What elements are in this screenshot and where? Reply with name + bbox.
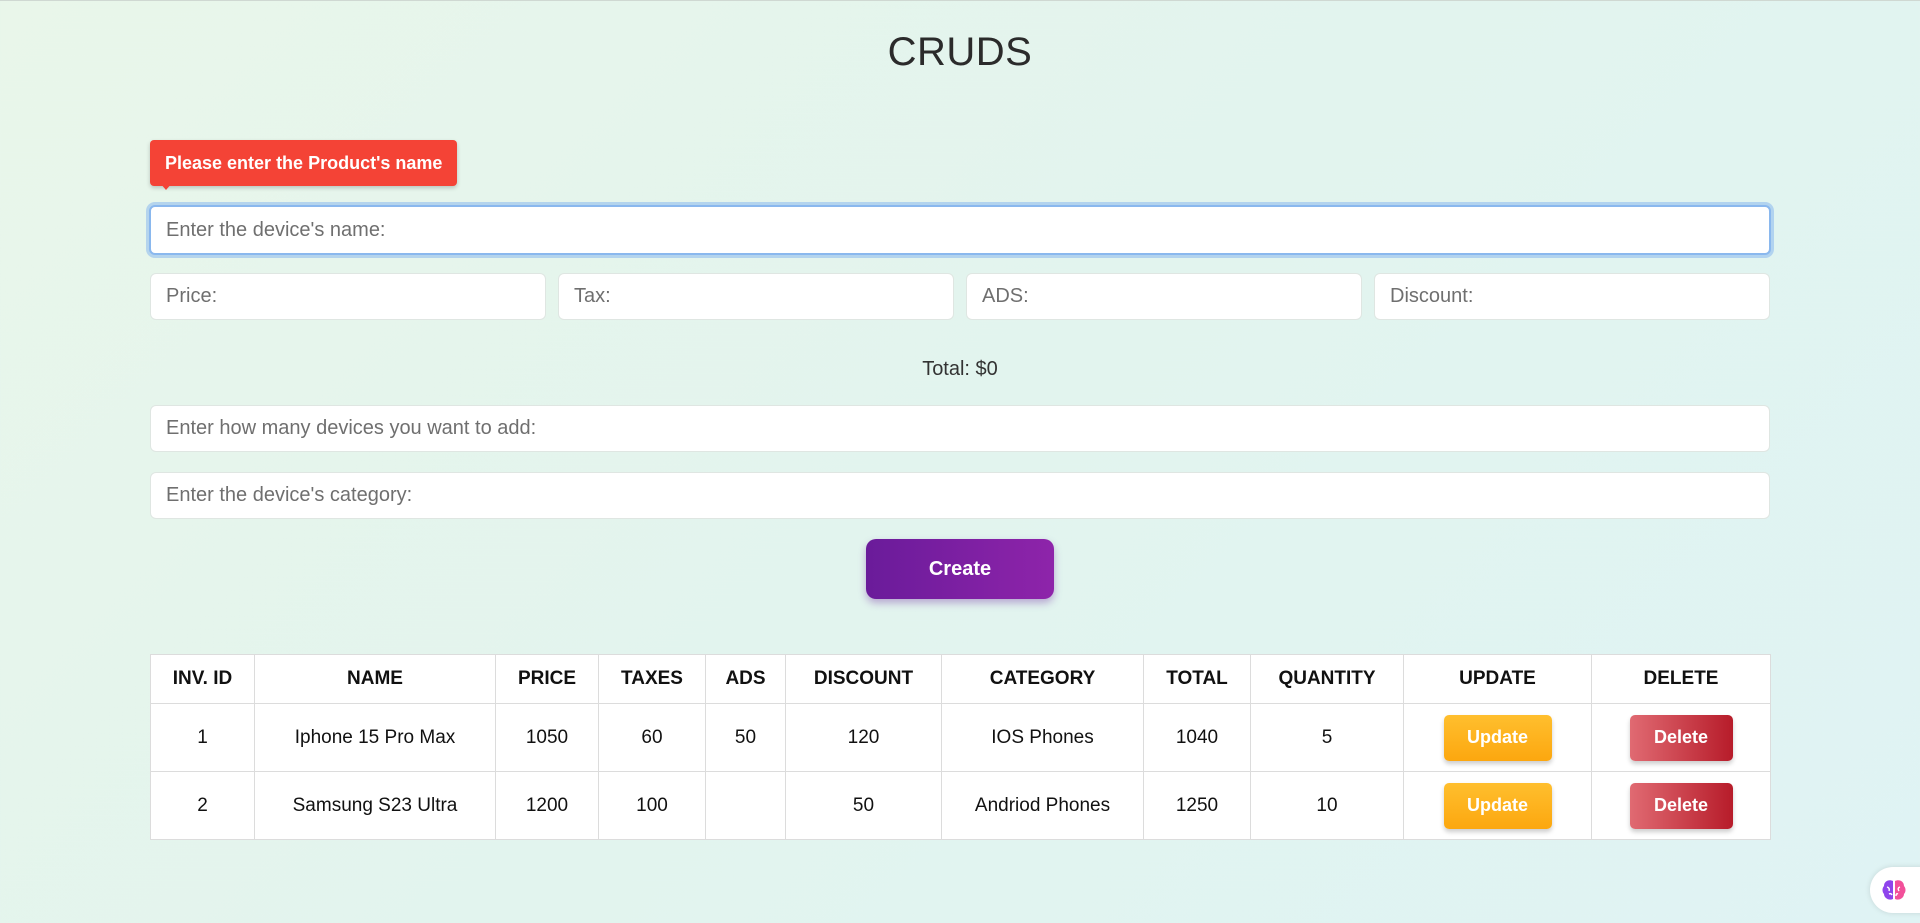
cell-price: 1200 <box>495 771 599 840</box>
validation-tooltip: Please enter the Product's name <box>150 140 458 186</box>
delete-button[interactable]: Delete <box>1629 782 1733 829</box>
header-name: NAME <box>254 654 496 704</box>
device-category-input[interactable] <box>150 472 1770 519</box>
tax-input[interactable] <box>558 273 954 320</box>
cell-update: Update <box>1403 771 1592 840</box>
cell-delete: Delete <box>1591 703 1771 772</box>
cell-category: IOS Phones <box>941 703 1144 772</box>
cell-inv-id: 2 <box>150 771 255 840</box>
header-discount: DISCOUNT <box>785 654 942 704</box>
device-count-input[interactable] <box>150 405 1770 452</box>
update-button[interactable]: Update <box>1443 782 1552 829</box>
validation-tooltip-arrow <box>160 183 172 190</box>
cell-ads: 50 <box>705 703 786 772</box>
table-header-row: INV. ID NAME PRICE TAXES ADS DISCOUNT CA… <box>150 654 1771 704</box>
cell-total: 1040 <box>1143 703 1251 772</box>
cell-delete: Delete <box>1591 771 1771 840</box>
cell-name: Samsung S23 Ultra <box>254 771 496 840</box>
cell-update: Update <box>1403 703 1592 772</box>
table-row: 2 Samsung S23 Ultra 1200 100 50 Andriod … <box>150 771 1771 840</box>
cell-total: 1250 <box>1143 771 1251 840</box>
cell-price: 1050 <box>495 703 599 772</box>
table-row: 1 Iphone 15 Pro Max 1050 60 50 120 IOS P… <box>150 703 1771 772</box>
delete-button[interactable]: Delete <box>1629 714 1733 761</box>
discount-input[interactable] <box>1374 273 1770 320</box>
header-taxes: TAXES <box>598 654 706 704</box>
header-quantity: QUANTITY <box>1250 654 1404 704</box>
price-input[interactable] <box>150 273 546 320</box>
cell-category: Andriod Phones <box>941 771 1144 840</box>
cell-taxes: 60 <box>598 703 706 772</box>
page-title: CRUDS <box>887 30 1033 74</box>
header-update: UPDATE <box>1403 654 1592 704</box>
header-category: CATEGORY <box>941 654 1144 704</box>
cell-discount: 120 <box>785 703 942 772</box>
total-display: Total: $0 <box>922 358 998 380</box>
device-name-input[interactable] <box>149 205 1771 255</box>
cell-taxes: 100 <box>598 771 706 840</box>
cell-quantity: 5 <box>1250 703 1404 772</box>
assistant-badge[interactable] <box>1870 867 1920 913</box>
header-inv-id: INV. ID <box>150 654 255 704</box>
cell-quantity: 10 <box>1250 771 1404 840</box>
inventory-table: INV. ID NAME PRICE TAXES ADS DISCOUNT CA… <box>150 654 1771 840</box>
ads-input[interactable] <box>966 273 1362 320</box>
header-delete: DELETE <box>1591 654 1771 704</box>
cell-name: Iphone 15 Pro Max <box>254 703 496 772</box>
header-total: TOTAL <box>1143 654 1251 704</box>
cell-inv-id: 1 <box>150 703 255 772</box>
create-button[interactable]: Create <box>866 539 1054 599</box>
cell-ads <box>705 771 786 840</box>
header-ads: ADS <box>705 654 786 704</box>
top-border <box>0 0 1920 1</box>
header-price: PRICE <box>495 654 599 704</box>
update-button[interactable]: Update <box>1443 714 1552 761</box>
cell-discount: 50 <box>785 771 942 840</box>
